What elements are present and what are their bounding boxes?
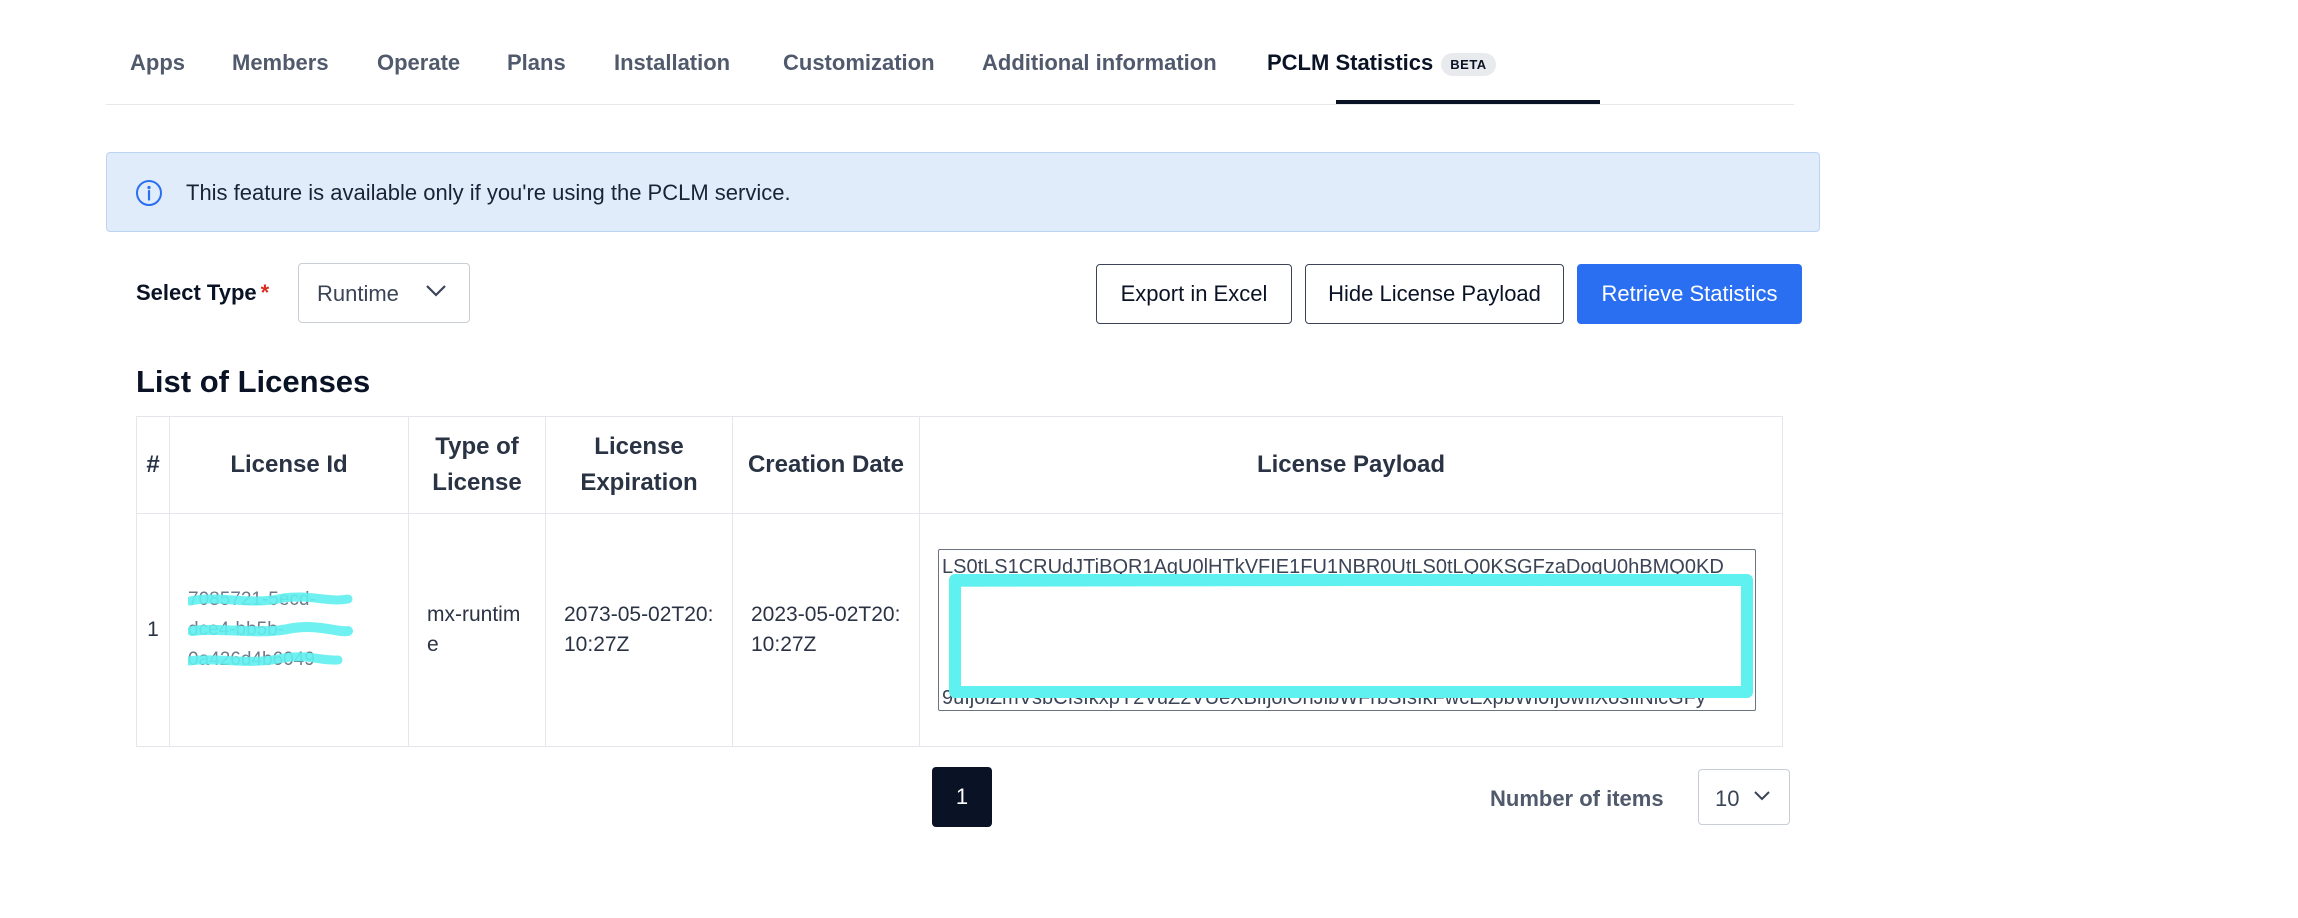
select-type-value: Runtime (317, 281, 399, 306)
column-header-license-id: License Id (169, 416, 409, 514)
redaction-box (949, 574, 1753, 698)
column-header-creation-date: Creation Date (732, 416, 920, 514)
required-mark: * (260, 280, 270, 305)
row-index: 1 (136, 513, 170, 747)
active-tab-indicator (1336, 100, 1600, 104)
column-header-license-payload: License Payload (919, 416, 1783, 514)
retrieve-statistics-button[interactable]: Retrieve Statistics (1577, 264, 1802, 324)
license-id-redacted: 7085721-5ecd- dce4-bb5b- 0a426d4b6049 (188, 585, 353, 675)
license-type-cell: mx-runtime (408, 513, 546, 747)
redaction-scribble (188, 592, 353, 666)
export-excel-button[interactable]: Export in Excel (1096, 264, 1292, 324)
chevron-down-icon (1754, 791, 1770, 801)
beta-badge: BETA (1441, 52, 1496, 76)
tab-bar: Apps Members Operate Plans Installation … (106, 0, 1794, 105)
tab-members[interactable]: Members (232, 50, 329, 76)
tab-plans[interactable]: Plans (507, 50, 566, 76)
page-1-button[interactable]: 1 (932, 767, 992, 827)
tab-customization[interactable]: Customization (783, 50, 935, 76)
select-type-label-text: Select Type (136, 280, 257, 305)
hide-license-payload-button[interactable]: Hide License Payload (1305, 264, 1564, 324)
chevron-down-icon (426, 285, 446, 297)
info-banner-text: This feature is available only if you're… (186, 180, 791, 205)
column-header-type: Type of License (408, 416, 546, 514)
license-payload-cell: LS0tLS1CRUdJTiBQR1AgU0lHTkVFIE1FU1NBR0Ut… (919, 513, 1783, 747)
tab-pclm-statistics-label: PCLM Statistics (1267, 50, 1434, 75)
column-header-expiration: License Expiration (545, 416, 733, 514)
items-per-page-value: 10 (1715, 786, 1740, 811)
table-header-row: # License Id Type of License License Exp… (136, 416, 1783, 514)
license-expiration-cell: 2073-05-02T20:10:27Z (545, 513, 733, 747)
info-icon (136, 180, 162, 206)
creation-date-cell: 2023-05-02T20:10:27Z (732, 513, 920, 747)
info-banner: This feature is available only if you're… (106, 152, 1820, 232)
license-payload-textarea[interactable]: LS0tLS1CRUdJTiBQR1AgU0lHTkVFIE1FU1NBR0Ut… (938, 549, 1756, 711)
licenses-table: # License Id Type of License License Exp… (136, 416, 1783, 747)
tab-additional-information[interactable]: Additional information (982, 50, 1217, 76)
table-row: 1 7085721-5ecd- dce4-bb5b- 0a426d4b6049 … (136, 513, 1783, 747)
list-of-licenses-title: List of Licenses (136, 364, 371, 399)
tab-apps[interactable]: Apps (130, 50, 185, 76)
select-type-dropdown[interactable]: Runtime (298, 263, 470, 323)
items-per-page-select[interactable]: 10 (1698, 769, 1790, 825)
number-of-items-label: Number of items (1490, 786, 1664, 811)
tab-installation[interactable]: Installation (614, 50, 730, 76)
tab-operate[interactable]: Operate (377, 50, 460, 76)
select-type-label: Select Type * (136, 280, 269, 306)
license-id-cell: 7085721-5ecd- dce4-bb5b- 0a426d4b6049 (169, 513, 409, 747)
column-header-index: # (136, 416, 170, 514)
tab-pclm-statistics[interactable]: PCLM Statistics BETA (1267, 50, 1496, 76)
